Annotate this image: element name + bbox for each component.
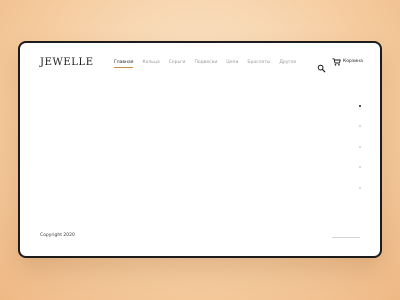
nav-item-earrings[interactable]: Серьги [169,60,186,68]
search-button[interactable] [317,58,326,73]
cart-button[interactable]: Корзина [332,58,363,66]
nav-item-rings[interactable]: Кольца [142,60,159,68]
nav-item-home[interactable]: Главная [114,60,134,68]
cart-label: Корзина [343,59,363,64]
footer-divider [332,237,360,238]
slider-dot-2[interactable] [359,125,361,127]
nav-item-pendants[interactable]: Подвески [194,60,217,68]
slider-dot-1[interactable] [359,105,361,107]
logo[interactable]: JEWELLE [40,57,94,69]
slider-dot-4[interactable] [359,166,361,168]
main-nav: Главная Кольца Серьги Подвески Цепи Брас… [114,60,305,68]
search-icon [317,64,326,73]
browser-window: JEWELLE Главная Кольца Серьги Подвески Ц… [18,41,382,258]
nav-item-bracelets[interactable]: Браслеты [247,60,270,68]
slider-dot-3[interactable] [359,146,361,148]
nav-item-chains[interactable]: Цепи [226,60,238,68]
nav-item-other[interactable]: Другое [279,60,296,68]
slider-dot-5[interactable] [359,187,361,189]
copyright-text: Copyright 2020 [40,233,75,238]
cart-icon [332,58,341,66]
